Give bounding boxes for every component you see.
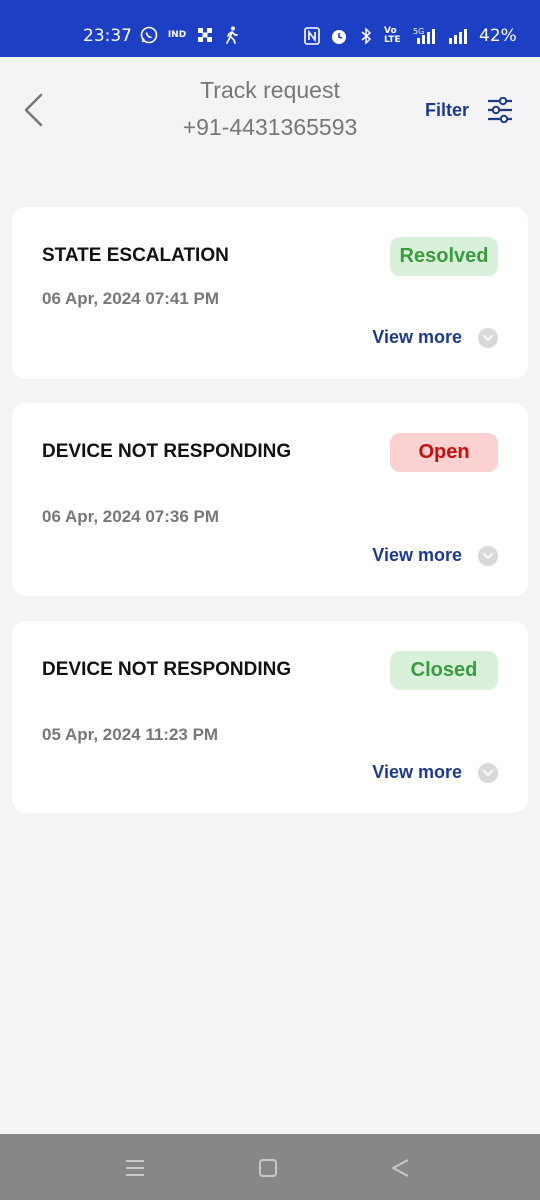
status-bar: 23:37 IND Vo LTE 5G 42%: [0, 0, 540, 57]
view-more-button[interactable]: View more: [372, 327, 498, 348]
home-button[interactable]: [256, 1156, 280, 1180]
svg-text:5G: 5G: [413, 27, 424, 36]
sliders-icon: [488, 97, 513, 123]
battery-level: 42%: [479, 26, 517, 46]
status-time: 23:37: [83, 26, 132, 46]
request-title: STATE ESCALATION: [42, 245, 229, 266]
walking-icon: [223, 26, 241, 44]
request-date: 06 Apr, 2024 07:41 PM: [42, 289, 220, 308]
status-badge: Resolved: [390, 237, 498, 276]
system-back-button[interactable]: [389, 1156, 413, 1180]
home-icon: [259, 1159, 277, 1177]
5g-signal-icon: 5G: [413, 27, 439, 45]
nfc-icon: [303, 27, 321, 45]
grid-icon: [196, 26, 214, 44]
whatsapp-icon: [140, 26, 158, 44]
ind-icon: IND: [167, 29, 187, 40]
request-card: DEVICE NOT RESPONDING Open 06 Apr, 2024 …: [12, 403, 528, 596]
status-badge: Closed: [390, 651, 498, 690]
page-header: Track request +91-4431365593 Filter: [0, 57, 540, 177]
alarm-icon: [330, 27, 348, 45]
chevron-down-icon: [478, 327, 498, 348]
view-more-label: View more: [372, 545, 462, 565]
chevron-down-icon: [478, 545, 498, 566]
status-right-icons: Vo LTE 5G 42%: [303, 26, 517, 46]
request-date: 06 Apr, 2024 07:36 PM: [42, 507, 220, 526]
view-more-button[interactable]: View more: [372, 545, 498, 566]
bluetooth-icon: [357, 27, 375, 45]
menu-button[interactable]: [123, 1156, 147, 1180]
request-card: STATE ESCALATION Resolved 06 Apr, 2024 0…: [12, 207, 528, 379]
view-more-button[interactable]: View more: [372, 762, 498, 783]
filter-button[interactable]: Filter: [425, 97, 513, 123]
request-card: DEVICE NOT RESPONDING Closed 05 Apr, 202…: [12, 621, 528, 813]
system-nav-bar: [0, 1134, 540, 1200]
status-left-icons: IND: [140, 26, 241, 44]
filter-label: Filter: [425, 99, 470, 120]
signal-icon: [448, 27, 470, 45]
view-more-label: View more: [372, 327, 462, 347]
request-title: DEVICE NOT RESPONDING: [42, 659, 292, 680]
chevron-down-icon: [478, 762, 498, 783]
back-triangle-icon: [392, 1159, 409, 1177]
request-date: 05 Apr, 2024 11:23 PM: [42, 725, 219, 744]
request-title: DEVICE NOT RESPONDING: [42, 441, 292, 462]
view-more-label: View more: [372, 762, 462, 782]
status-badge: Open: [390, 433, 498, 472]
volte-icon: Vo LTE: [384, 26, 401, 45]
menu-icon: [126, 1160, 144, 1176]
